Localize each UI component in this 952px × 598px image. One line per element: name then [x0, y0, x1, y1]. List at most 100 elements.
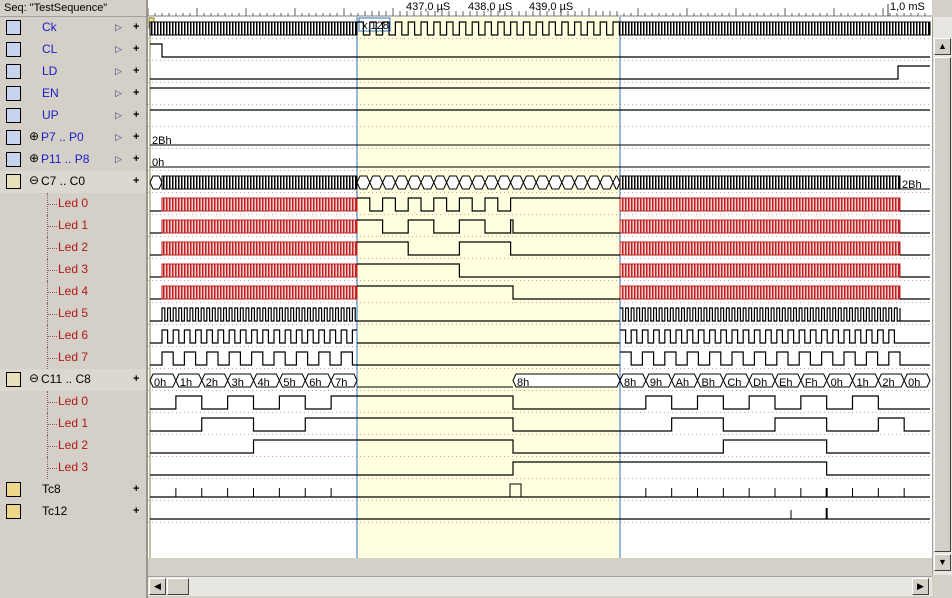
- counter-icon: [6, 174, 21, 189]
- c7-c0-seg: [356, 175, 371, 190]
- signal-row-c11-c8[interactable]: ⊖ C11 .. C8 +: [0, 369, 146, 391]
- expand-icon[interactable]: ⊕: [29, 130, 39, 142]
- signal-row-tc8[interactable]: Tc8 +: [0, 479, 146, 501]
- led-lo-3-dense-left: [161, 263, 358, 278]
- led-lo-0-dense-left: [161, 197, 358, 212]
- add-marker-icon[interactable]: +: [133, 153, 139, 165]
- signal-name: C7 .. C0: [41, 174, 86, 188]
- clock-icon: [6, 20, 21, 35]
- led-lo-5-right: [620, 307, 930, 322]
- tree-connector-branch: [47, 204, 57, 205]
- signal-row-p7-p0[interactable]: ⊕ P7 .. P0 ▷ +: [0, 127, 146, 149]
- add-marker-icon[interactable]: +: [133, 65, 139, 77]
- collapse-icon[interactable]: ⊖: [29, 174, 39, 186]
- scroll-left-button[interactable]: ◀: [149, 578, 166, 595]
- scroll-right-button[interactable]: ▶: [912, 578, 929, 595]
- collapse-icon[interactable]: ⊖: [29, 372, 39, 384]
- c7-c0-seg: [548, 175, 563, 190]
- trigger-icon[interactable]: ▷: [115, 132, 122, 143]
- led-row-19[interactable]: Led 2: [0, 435, 146, 457]
- signal-row-c7-c0[interactable]: ⊖ C7 .. C0 +: [0, 171, 146, 193]
- horizontal-scroll-thumb[interactable]: [167, 578, 189, 595]
- led-row-10[interactable]: Led 2: [0, 237, 146, 259]
- c11-c8-seg-r8-label: 0h: [831, 377, 843, 389]
- expand-icon[interactable]: ⊕: [29, 152, 39, 164]
- add-marker-icon[interactable]: +: [133, 483, 139, 495]
- scrollbar-corner: [932, 575, 952, 598]
- led-row-17[interactable]: Led 0: [0, 391, 146, 413]
- add-marker-icon[interactable]: +: [133, 43, 139, 55]
- c7-c0-seg: [497, 175, 512, 190]
- horizontal-scrollbar[interactable]: ◀ ▶: [148, 576, 932, 596]
- c7-c0-seg: [446, 175, 460, 190]
- c7-c0-seg: [420, 175, 435, 190]
- add-marker-icon[interactable]: +: [133, 505, 139, 517]
- c11-c8-seg-r1-label: 9h: [650, 377, 662, 389]
- led-lo-7-right: [620, 351, 930, 366]
- c11-c8-seg-r10-label: 2h: [882, 377, 894, 389]
- input-icon: [6, 42, 21, 57]
- trigger-icon[interactable]: ▷: [115, 66, 122, 77]
- add-marker-icon[interactable]: +: [133, 21, 139, 33]
- led-row-20[interactable]: Led 3: [0, 457, 146, 479]
- c11-c8-seg-r5-label: Dh: [753, 377, 767, 389]
- signal-row-cl[interactable]: CL ▷ +: [0, 39, 146, 61]
- add-marker-icon[interactable]: +: [133, 87, 139, 99]
- ruler-label-1ms: 1,0 mS: [890, 1, 925, 13]
- led-row-18[interactable]: Led 1: [0, 413, 146, 435]
- led-row-13[interactable]: Led 5: [0, 303, 146, 325]
- c7-c0-seg: [471, 175, 486, 190]
- c7-c0-dense-right: [619, 175, 901, 190]
- input-icon: [6, 86, 21, 101]
- c11-c8-seg-0-label: 0h: [154, 377, 166, 389]
- signal-row-up[interactable]: UP ▷ +: [0, 105, 146, 127]
- led-row-8[interactable]: Led 0: [0, 193, 146, 215]
- waveform-plot-area[interactable]: x 128 2Bh 0h 2Bh 0h 1h 2h 3h 4h 5h 6h 7h 8h 8h 9h Ah Bh C…: [148, 17, 932, 558]
- p7-p0-wave-label: 2Bh: [152, 135, 172, 147]
- ruler-label-439: 439,0 µS: [529, 1, 574, 13]
- signal-row-tc12[interactable]: Tc12 +: [0, 501, 146, 523]
- signal-name: EN: [42, 86, 59, 100]
- c11-c8-seg-1-label: 1h: [180, 377, 192, 389]
- led-lo-2-dense-right: [619, 241, 901, 256]
- scroll-down-button[interactable]: ▼: [934, 554, 951, 571]
- led-row-11[interactable]: Led 3: [0, 259, 146, 281]
- vertical-scrollbar[interactable]: ▲ ▼: [932, 17, 952, 575]
- c7-c0-dense-left: [161, 175, 358, 190]
- led-row-14[interactable]: Led 6: [0, 325, 146, 347]
- trigger-icon[interactable]: ▷: [115, 110, 122, 121]
- add-marker-icon[interactable]: +: [133, 175, 139, 187]
- led-row-9[interactable]: Led 1: [0, 215, 146, 237]
- c7-c0-seg-start: [149, 175, 163, 190]
- trigger-icon[interactable]: ▷: [115, 154, 122, 165]
- signal-name: CL: [42, 42, 58, 56]
- scroll-up-button[interactable]: ▲: [934, 38, 951, 55]
- add-marker-icon[interactable]: +: [133, 373, 139, 385]
- signal-row-p11-p8[interactable]: ⊕ P11 .. P8 ▷ +: [0, 149, 146, 171]
- vertical-scroll-thumb[interactable]: [934, 57, 951, 552]
- c7-c0-seg: [561, 175, 576, 190]
- signal-list-panel: Ck ▷ + CL ▷ + LD ▷ + EN ▷ + UP ▷ + ⊕ P7 .. P0 ▷ + ⊕ P11 .. P…: [0, 17, 146, 598]
- signal-row-ld[interactable]: LD ▷ +: [0, 61, 146, 83]
- time-ruler[interactable]: 437,0 µS 438,0 µS 439,0 µS 1,0 mS: [147, 0, 932, 17]
- led-lo-2-dense-left: [161, 241, 358, 256]
- terminal-count-icon: [6, 504, 21, 519]
- add-marker-icon[interactable]: +: [133, 109, 139, 121]
- led-row-12[interactable]: Led 4: [0, 281, 146, 303]
- c11-c8-seg-4-label: 4h: [258, 377, 270, 389]
- trigger-icon[interactable]: ▷: [115, 22, 122, 33]
- signal-name: Ck: [42, 20, 57, 34]
- c7-c0-seg: [510, 175, 524, 190]
- tree-connector-branch: [47, 226, 57, 227]
- signal-row-ck[interactable]: Ck ▷ +: [0, 17, 146, 39]
- c11-c8-seg-2-label: 2h: [206, 377, 218, 389]
- trigger-icon[interactable]: ▷: [115, 44, 122, 55]
- led-lo-1-dense-left: [161, 219, 358, 234]
- led-row-15[interactable]: Led 7: [0, 347, 146, 369]
- signal-row-en[interactable]: EN ▷ +: [0, 83, 146, 105]
- led-lo-0-dense-right: [619, 197, 901, 212]
- led-lo-7-left: [150, 351, 357, 366]
- add-marker-icon[interactable]: +: [133, 131, 139, 143]
- p11-p8-wave-label: 0h: [152, 157, 164, 169]
- trigger-icon[interactable]: ▷: [115, 88, 122, 99]
